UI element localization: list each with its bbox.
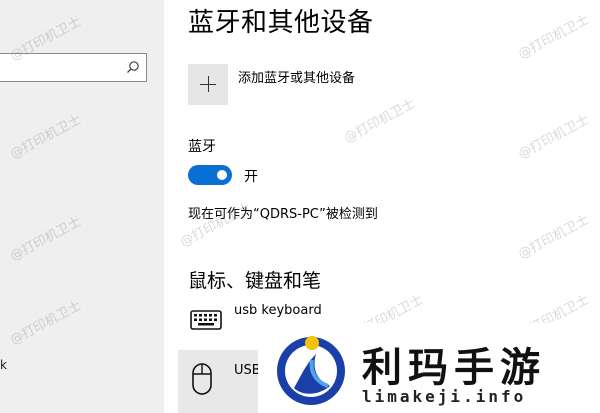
- sidebar: k: [0, 0, 164, 413]
- bluetooth-toggle-state: 开: [244, 169, 258, 185]
- add-device-label: 添加蓝牙或其他设备: [238, 71, 356, 86]
- sidebar-item-fragment[interactable]: k: [0, 358, 7, 372]
- search-box[interactable]: [0, 53, 147, 82]
- page-title: 蓝牙和其他设备: [188, 8, 374, 38]
- plus-icon: [188, 64, 228, 105]
- device-name: USB: [234, 363, 261, 378]
- brand-url: limakeji.info: [362, 387, 527, 406]
- section-title-mouse-keyboard-pen: 鼠标、键盘和笔: [188, 270, 322, 292]
- toggle-knob: [217, 170, 227, 180]
- bluetooth-label: 蓝牙: [188, 139, 216, 155]
- keyboard-icon: [190, 310, 222, 330]
- mouse-icon: [192, 363, 212, 395]
- brand-overlay: 利玛手游 limakeji.info: [258, 323, 600, 413]
- discoverable-text: 现在可作为“QDRS-PC”被检测到: [188, 207, 378, 222]
- bluetooth-toggle[interactable]: [188, 165, 232, 185]
- brand-name: 利玛手游: [362, 345, 546, 391]
- device-name: usb keyboard: [234, 303, 322, 318]
- search-input[interactable]: [3, 58, 113, 77]
- brand-logo-icon: [277, 336, 345, 405]
- search-icon[interactable]: [126, 60, 140, 74]
